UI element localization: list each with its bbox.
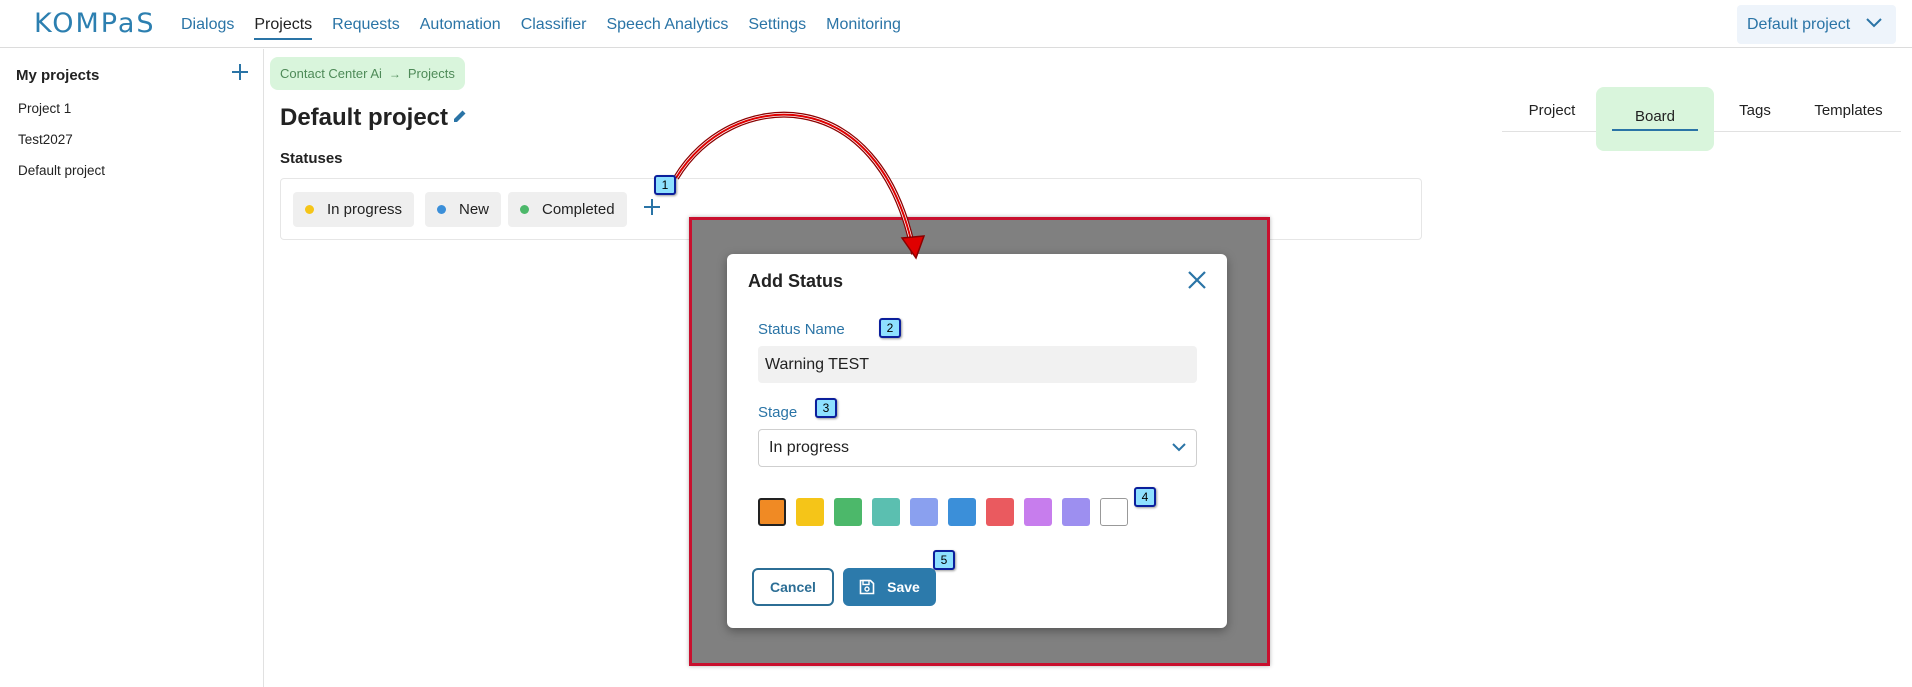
tab-label: Board	[1611, 108, 1699, 131]
arrow-right-icon: →	[388, 66, 401, 81]
nav-settings[interactable]: Settings	[748, 15, 806, 40]
color-swatch-lavender[interactable]	[1062, 498, 1090, 526]
cancel-button[interactable]: Cancel	[752, 568, 834, 606]
floppy-disk-icon	[859, 579, 875, 595]
color-swatch-white[interactable]	[1100, 498, 1128, 526]
color-swatch-blue[interactable]	[948, 498, 976, 526]
add-project-icon[interactable]	[230, 62, 250, 82]
project-tabs: Project Board Tags Templates	[1502, 87, 1901, 151]
annotation-marker-1: 1	[654, 175, 676, 195]
nav-automation[interactable]: Automation	[420, 15, 501, 40]
sidebar-item-project-1[interactable]: Project 1	[18, 101, 71, 116]
annotation-marker-5: 5	[933, 550, 955, 570]
sidebar-title: My projects	[16, 67, 100, 84]
breadcrumb-root[interactable]: Contact Center Ai	[280, 66, 382, 81]
sidebar-item-test2027[interactable]: Test2027	[18, 132, 73, 147]
color-swatch-teal[interactable]	[872, 498, 900, 526]
breadcrumb: Contact Center Ai → Projects	[270, 57, 465, 90]
add-status-icon[interactable]	[643, 198, 661, 216]
sidebar-item-default-project[interactable]: Default project	[18, 163, 105, 178]
status-chip-new[interactable]: New	[425, 192, 502, 227]
save-button[interactable]: Save	[843, 568, 936, 606]
main-nav: Dialogs Projects Requests Automation Cla…	[181, 15, 921, 40]
annotation-marker-4: 4	[1134, 487, 1156, 507]
save-button-label: Save	[887, 579, 920, 595]
chevron-down-icon	[1172, 443, 1186, 452]
tab-tags[interactable]: Tags	[1714, 88, 1796, 132]
statuses-heading: Statuses	[280, 150, 343, 167]
nav-classifier[interactable]: Classifier	[521, 15, 587, 40]
pencil-icon[interactable]	[452, 108, 468, 124]
status-dot-icon	[437, 205, 446, 214]
tab-project[interactable]: Project	[1502, 88, 1602, 132]
add-status-dialog: Add Status Status Name Stage In progress…	[727, 254, 1227, 628]
sidebar: My projects Project 1 Test2027 Default p…	[0, 49, 264, 687]
color-swatch-orange[interactable]	[758, 498, 786, 526]
status-chip-label: In progress	[327, 201, 403, 218]
dialog-title: Add Status	[748, 271, 844, 291]
color-swatch-green[interactable]	[834, 498, 862, 526]
tab-label: Tags	[1739, 101, 1771, 119]
tab-board[interactable]: Board	[1596, 87, 1714, 151]
tab-templates[interactable]: Templates	[1796, 88, 1901, 132]
color-swatch-yellow[interactable]	[796, 498, 824, 526]
chevron-down-icon	[1866, 18, 1882, 28]
stage-select-value: In progress	[769, 439, 850, 456]
status-chip-label: New	[459, 201, 490, 218]
project-selector-value: Default project	[1747, 15, 1851, 33]
color-swatch-periwinkle[interactable]	[910, 498, 938, 526]
nav-requests[interactable]: Requests	[332, 15, 400, 40]
tab-label: Templates	[1814, 101, 1883, 119]
annotation-marker-3: 3	[815, 398, 837, 418]
app-logo[interactable]: KOMPaS	[34, 8, 156, 39]
status-dot-icon	[305, 205, 314, 214]
nav-monitoring[interactable]: Monitoring	[826, 15, 901, 40]
nav-dialogs[interactable]: Dialogs	[181, 15, 234, 40]
nav-projects[interactable]: Projects	[254, 15, 313, 40]
status-dot-icon	[520, 205, 529, 214]
status-chip-in-progress[interactable]: In progress	[293, 192, 415, 227]
color-swatch-purple[interactable]	[1024, 498, 1052, 526]
tab-label: Project	[1528, 101, 1576, 119]
stage-select[interactable]: In progress	[758, 429, 1197, 467]
stage-label: Stage	[758, 404, 798, 421]
status-chip-completed[interactable]: Completed	[508, 192, 627, 227]
close-icon[interactable]	[1186, 269, 1208, 291]
top-navigation-bar: KOMPaS Dialogs Projects Requests Automat…	[0, 0, 1912, 48]
project-selector[interactable]: Default project	[1737, 5, 1896, 44]
status-name-label: Status Name	[758, 321, 845, 338]
annotation-arrow	[673, 111, 926, 260]
status-chip-label: Completed	[542, 201, 615, 218]
annotation-marker-2: 2	[879, 318, 901, 338]
nav-speech-analytics[interactable]: Speech Analytics	[606, 15, 728, 40]
color-swatch-red[interactable]	[986, 498, 1014, 526]
breadcrumb-current[interactable]: Projects	[408, 66, 455, 81]
page-title: Default project	[280, 104, 449, 131]
status-name-input[interactable]	[758, 346, 1197, 383]
